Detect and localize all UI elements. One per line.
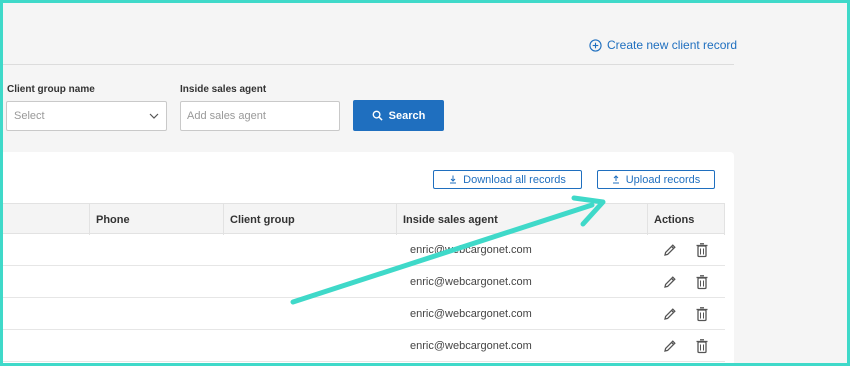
header-divider [0, 64, 734, 65]
edit-pencil-icon[interactable] [662, 242, 678, 258]
column-header-truncated [0, 204, 90, 235]
create-client-record-label: Create new client record [607, 38, 738, 52]
sales-agent-label: Inside sales agent [180, 84, 267, 95]
upload-records-label: Upload records [625, 173, 701, 186]
column-header-client-group[interactable]: Client group [224, 204, 397, 235]
create-client-record-link[interactable]: Create new client record [589, 38, 737, 52]
client-group-select-value: Select [14, 110, 45, 122]
client-records-table: Phone Client group Inside sales agent Ac… [0, 203, 725, 362]
download-all-records-button[interactable]: Download all records [433, 170, 582, 189]
table-row: enric@webcargonet.com [0, 266, 725, 298]
table-header: Phone Client group Inside sales agent Ac… [0, 203, 725, 235]
inside-sales-agent-cell: enric@webcargonet.com [410, 340, 532, 352]
download-icon [450, 175, 457, 184]
edit-pencil-icon[interactable] [662, 306, 678, 322]
upload-records-button[interactable]: Upload records [597, 170, 715, 189]
client-group-label: Client group name [7, 84, 95, 95]
download-all-records-label: Download all records [463, 173, 566, 186]
client-group-select[interactable]: Select [6, 101, 167, 131]
upload-icon [612, 175, 619, 184]
inside-sales-agent-cell: enric@webcargonet.com [410, 276, 532, 288]
table-row: enric@webcargonet.com [0, 234, 725, 266]
delete-trash-icon[interactable] [694, 242, 710, 258]
sales-agent-input[interactable] [180, 101, 340, 131]
column-header-inside-sales-agent[interactable]: Inside sales agent [397, 204, 648, 235]
edit-pencil-icon[interactable] [662, 338, 678, 354]
table-row: enric@webcargonet.com [0, 298, 725, 330]
edit-pencil-icon[interactable] [662, 274, 678, 290]
plus-circle-icon [589, 38, 602, 52]
chevron-down-icon [149, 113, 159, 119]
column-header-phone[interactable]: Phone [90, 204, 224, 235]
inside-sales-agent-cell: enric@webcargonet.com [410, 308, 532, 320]
delete-trash-icon[interactable] [694, 338, 710, 354]
search-icon [372, 110, 383, 121]
column-header-actions: Actions [648, 204, 725, 235]
table-row: enric@webcargonet.com [0, 330, 725, 362]
search-button-label: Search [388, 109, 426, 122]
inside-sales-agent-cell: enric@webcargonet.com [410, 244, 532, 256]
delete-trash-icon[interactable] [694, 306, 710, 322]
search-button[interactable]: Search [353, 100, 444, 131]
delete-trash-icon[interactable] [694, 274, 710, 290]
